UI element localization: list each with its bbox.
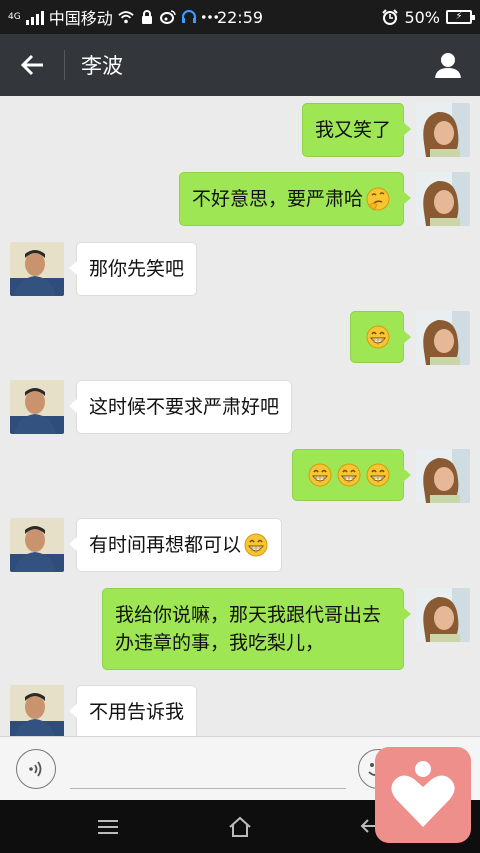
floating-app-button[interactable] bbox=[375, 747, 471, 843]
home-icon bbox=[229, 816, 251, 837]
my-avatar[interactable] bbox=[416, 103, 470, 157]
my-avatar[interactable] bbox=[416, 172, 470, 226]
message-sent[interactable]: 我给你说嘛，那天我跟代哥出去办违章的事，我吃梨儿， bbox=[102, 588, 470, 670]
status-bar: 4G 中国移动 22:59 50% ⚡ bbox=[0, 0, 480, 34]
message-received[interactable]: 那你先笑吧 bbox=[10, 242, 198, 296]
wifi-icon bbox=[118, 9, 134, 25]
message-sent[interactable] bbox=[292, 449, 470, 503]
message-text: 我又笑了 bbox=[314, 119, 391, 141]
my-avatar[interactable] bbox=[416, 588, 470, 642]
back-button[interactable] bbox=[0, 34, 64, 96]
chat-info-button[interactable] bbox=[416, 34, 480, 96]
contact-avatar[interactable] bbox=[10, 380, 64, 434]
lock-icon bbox=[139, 9, 155, 25]
alarm-icon bbox=[382, 9, 399, 25]
signal-icon bbox=[25, 9, 44, 25]
title-divider bbox=[64, 50, 65, 80]
network-type: 4G bbox=[8, 11, 21, 22]
message-sent[interactable]: 不好意思，要严肃哈 bbox=[178, 172, 470, 226]
person-icon bbox=[435, 53, 461, 78]
headset-icon bbox=[181, 9, 197, 25]
message-bubble[interactable]: 不好意思，要严肃哈 bbox=[178, 172, 412, 226]
message-received[interactable]: 有时间再想都可以 bbox=[10, 518, 283, 572]
message-text: 那你先笑吧 bbox=[89, 258, 185, 280]
message-text: 这时候不要求严肃好吧 bbox=[89, 396, 280, 418]
weibo-icon bbox=[159, 9, 176, 25]
battery-icon: ⚡ bbox=[446, 10, 475, 24]
voice-button[interactable] bbox=[16, 749, 56, 789]
message-bubble[interactable]: 我又笑了 bbox=[301, 103, 412, 157]
menu-icon bbox=[98, 820, 118, 834]
my-avatar[interactable] bbox=[416, 311, 470, 365]
message-bubble[interactable]: 有时间再想都可以 bbox=[68, 518, 283, 572]
my-avatar[interactable] bbox=[416, 449, 470, 503]
message-bubble[interactable] bbox=[292, 449, 411, 501]
message-bubble[interactable] bbox=[350, 311, 411, 363]
message-text: 不用告诉我 bbox=[89, 701, 185, 723]
message-text: 我给你说嘛，那天我跟代哥出去办违章的事，我吃梨儿， bbox=[115, 604, 382, 654]
contact-avatar[interactable] bbox=[10, 685, 64, 736]
chat-title: 李波 bbox=[81, 54, 123, 78]
message-bubble[interactable]: 那你先笑吧 bbox=[68, 242, 198, 296]
carrier-name: 中国移动 bbox=[48, 9, 113, 28]
message-sent[interactable] bbox=[350, 311, 470, 365]
grinning-face-icon bbox=[308, 463, 332, 487]
contact-avatar[interactable] bbox=[10, 242, 64, 296]
message-bubble[interactable]: 这时候不要求严肃好吧 bbox=[68, 380, 293, 434]
message-received[interactable]: 不用告诉我 bbox=[10, 685, 198, 736]
message-bubble[interactable]: 我给你说嘛，那天我跟代哥出去办违章的事，我吃梨儿， bbox=[102, 588, 411, 670]
menu-button[interactable] bbox=[88, 810, 128, 844]
message-text: 不好意思，要严肃哈 bbox=[191, 188, 363, 210]
grinning-face-icon bbox=[337, 463, 361, 487]
grinning-face-icon bbox=[366, 463, 390, 487]
message-bubble[interactable]: 不用告诉我 bbox=[68, 685, 198, 736]
thinking-face-icon bbox=[366, 187, 390, 211]
arrow-left-icon bbox=[20, 54, 43, 76]
message-sent[interactable]: 我又笑了 bbox=[301, 103, 470, 157]
message-input[interactable] bbox=[70, 753, 346, 789]
contact-avatar[interactable] bbox=[10, 518, 64, 572]
message-received[interactable]: 这时候不要求严肃好吧 bbox=[10, 380, 293, 434]
message-list[interactable]: 我又笑了 不好意思，要严肃哈 那你先笑吧 这时候不要求严肃好吧 有时间再想都可以… bbox=[0, 96, 480, 736]
message-text: 有时间再想都可以 bbox=[89, 534, 242, 556]
grinning-face-icon bbox=[244, 533, 268, 557]
grinning-face-icon bbox=[366, 325, 390, 349]
more-icon bbox=[201, 9, 218, 25]
voice-icon bbox=[29, 761, 42, 777]
home-button[interactable] bbox=[220, 810, 260, 844]
heart-person-icon bbox=[391, 761, 455, 827]
battery-percent: 50% bbox=[404, 7, 440, 27]
title-bar: 李波 bbox=[0, 34, 480, 96]
